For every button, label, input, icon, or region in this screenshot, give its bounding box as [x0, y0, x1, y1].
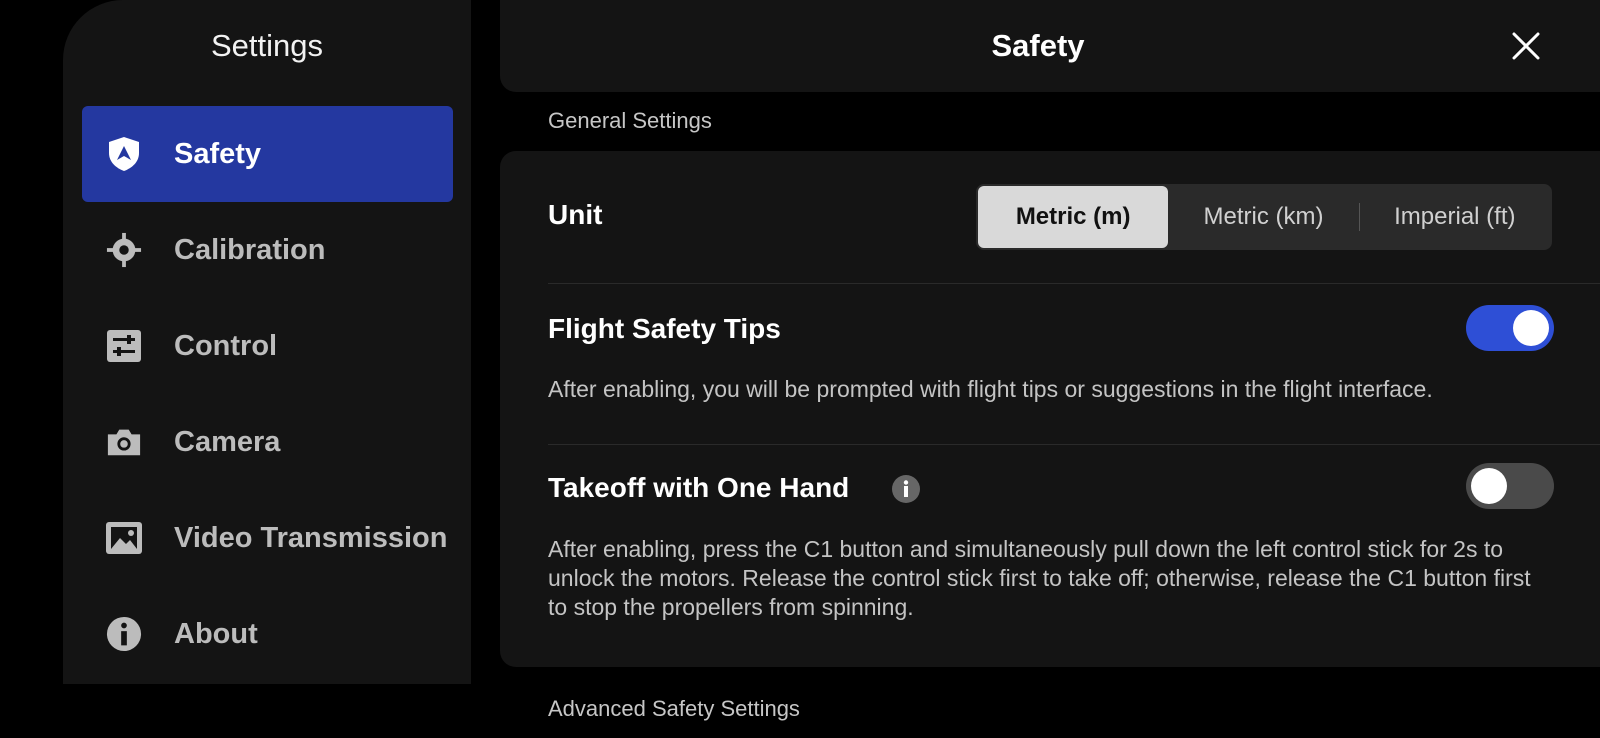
sidebar-nav: Safety Calibration Control Camera Video … — [82, 106, 453, 682]
sidebar-item-calibration[interactable]: Calibration — [82, 202, 453, 298]
flight-safety-tips-title: Flight Safety Tips — [548, 313, 781, 344]
crosshair-icon — [106, 232, 142, 268]
sidebar-item-about[interactable]: About — [82, 586, 453, 682]
takeoff-one-hand-description: After enabling, press the C1 button and … — [548, 536, 1531, 620]
general-settings-card: Unit Metric (m) Metric (km) Imperial (ft… — [500, 151, 1600, 667]
unit-label: Unit — [548, 199, 603, 230]
sidebar-item-control[interactable]: Control — [82, 298, 453, 394]
unit-option-metric-km[interactable]: Metric (km) — [1168, 186, 1358, 248]
row-divider — [548, 283, 1600, 284]
page-title: Safety — [991, 28, 1085, 63]
flight-safety-tips-toggle[interactable] — [1466, 305, 1554, 351]
sidebar-item-video-transmission[interactable]: Video Transmission — [82, 490, 453, 586]
sidebar-item-camera[interactable]: Camera — [82, 394, 453, 490]
row-divider — [548, 444, 1600, 445]
info-icon[interactable] — [892, 475, 920, 503]
toggle-knob — [1471, 468, 1507, 504]
sidebar-item-label: About — [174, 617, 258, 650]
settings-sidebar: Settings Safety Calibration Control Came… — [63, 0, 471, 684]
unit-option-metric-m[interactable]: Metric (m) — [978, 186, 1169, 248]
takeoff-one-hand-title: Takeoff with One Hand — [548, 472, 850, 503]
camera-icon — [106, 424, 142, 460]
sidebar-item-safety[interactable]: Safety — [82, 106, 453, 202]
header-bar: Safety — [500, 0, 1600, 92]
sidebar-item-label: Control — [174, 329, 278, 362]
unit-selector: Metric (m) Metric (km) Imperial (ft) — [976, 184, 1552, 250]
image-icon — [106, 520, 142, 556]
close-button[interactable] — [1506, 26, 1546, 66]
close-icon — [1512, 32, 1540, 60]
unit-option-imperial-ft[interactable]: Imperial (ft) — [1360, 186, 1550, 248]
shield-icon — [106, 136, 142, 172]
flight-safety-tips-description: After enabling, you will be prompted wit… — [548, 376, 1433, 402]
sidebar-item-label: Calibration — [174, 233, 326, 266]
sidebar-title: Settings — [210, 28, 323, 63]
advanced-safety-settings-label: Advanced Safety Settings — [548, 696, 800, 721]
sidebar-item-label: Camera — [174, 425, 281, 458]
toggle-knob — [1513, 310, 1549, 346]
info-icon — [106, 616, 142, 652]
sidebar-item-label: Safety — [174, 137, 262, 170]
sidebar-item-label: Video Transmission — [174, 521, 448, 554]
general-settings-label: General Settings — [548, 108, 712, 133]
takeoff-one-hand-toggle[interactable] — [1466, 463, 1554, 509]
sliders-icon — [106, 328, 142, 364]
